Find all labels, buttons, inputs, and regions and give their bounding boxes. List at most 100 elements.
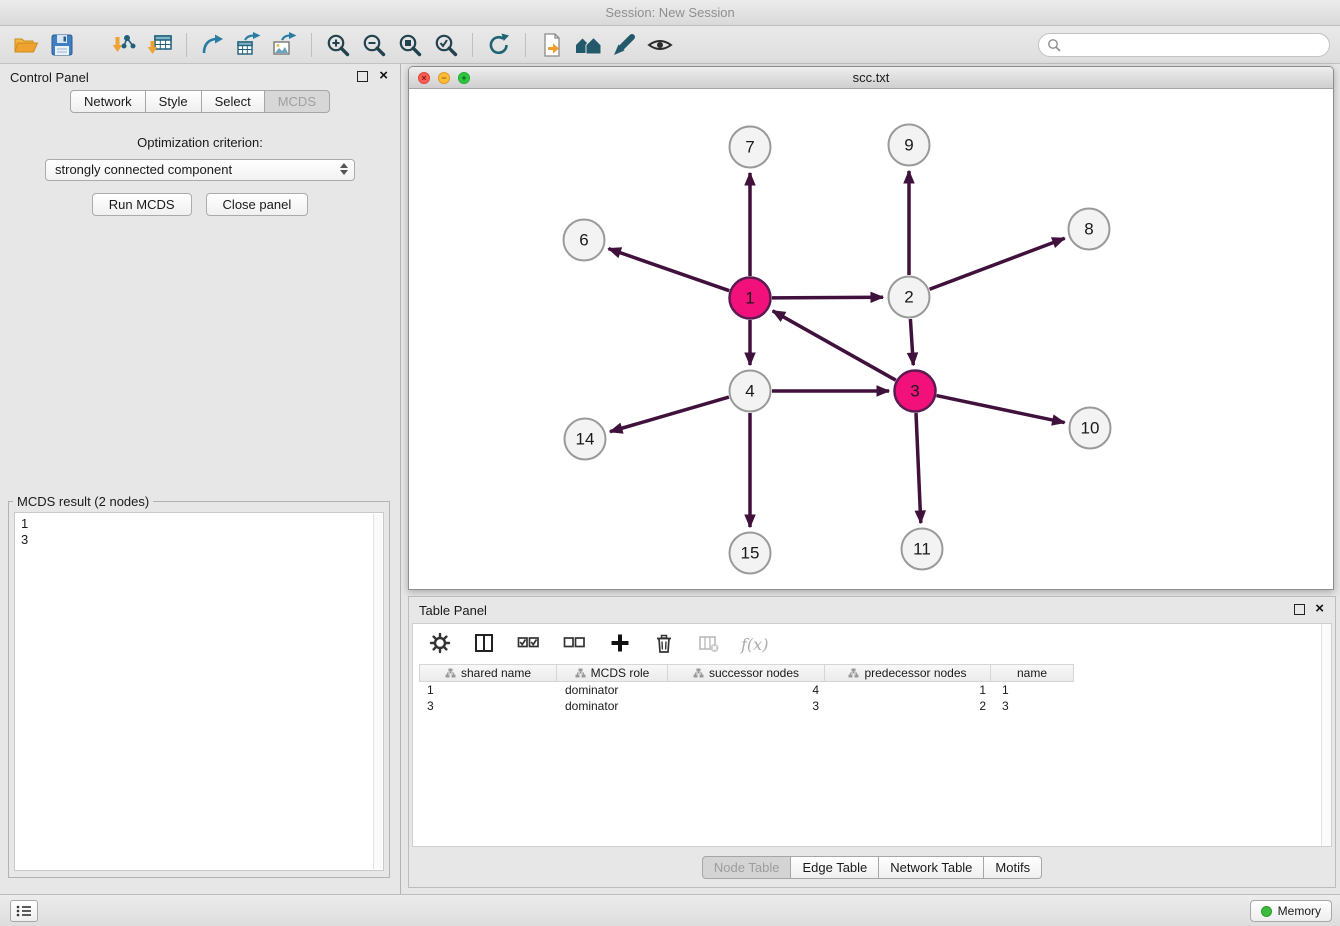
graph-node-9[interactable]: 9 <box>889 125 930 166</box>
zoom-out-button[interactable] <box>356 29 392 61</box>
cell-successor-nodes[interactable]: 3 <box>669 698 827 714</box>
cell-predecessor-nodes[interactable]: 1 <box>827 682 994 698</box>
zoom-fit-button[interactable] <box>392 29 428 61</box>
zoom-fit-icon <box>397 32 423 58</box>
zoom-in-icon <box>325 32 351 58</box>
graph-node-15[interactable]: 15 <box>730 533 771 574</box>
tab-edge-table[interactable]: Edge Table <box>791 856 879 879</box>
trash-icon <box>653 632 675 654</box>
node-table-header-row: shared name MCDS role <box>419 664 1331 682</box>
show-graphics-button[interactable] <box>642 29 678 61</box>
column-header-shared-name[interactable]: shared name <box>419 664 557 682</box>
window-zoom-icon[interactable]: + <box>458 72 470 84</box>
select-all-button[interactable] <box>517 632 541 657</box>
network-window-titlebar[interactable]: × − + scc.txt <box>409 67 1333 89</box>
table-settings-button[interactable] <box>429 632 451 657</box>
tab-node-table[interactable]: Node Table <box>702 856 792 879</box>
zoom-in-button[interactable] <box>320 29 356 61</box>
graph-node-3[interactable]: 3 <box>895 371 936 412</box>
graph-edge-1-2[interactable] <box>772 297 883 298</box>
cell-predecessor-nodes[interactable]: 2 <box>827 698 994 714</box>
cell-successor-nodes[interactable]: 4 <box>669 682 827 698</box>
float-panel-icon[interactable] <box>357 71 368 82</box>
criterion-dropdown-value: strongly connected component <box>55 162 232 177</box>
apply-layout-button[interactable] <box>481 29 517 61</box>
mcds-result-list[interactable]: 1 3 <box>14 512 384 871</box>
export-table-icon <box>236 32 262 58</box>
graph-node-2[interactable]: 2 <box>889 277 930 318</box>
close-panel-button[interactable]: Close panel <box>206 193 309 216</box>
add-column-button[interactable] <box>609 632 631 657</box>
graph-edge-3-10[interactable] <box>937 396 1065 423</box>
export-image-button[interactable] <box>267 29 303 61</box>
cell-name[interactable]: 1 <box>994 682 1078 698</box>
import-table-button[interactable] <box>142 29 178 61</box>
cell-name[interactable]: 3 <box>994 698 1078 714</box>
control-panel-header: Control Panel × <box>0 64 400 90</box>
graph-edge-2-3[interactable] <box>910 319 913 365</box>
graph-node-1[interactable]: 1 <box>730 278 771 319</box>
export-table-button[interactable] <box>231 29 267 61</box>
cell-mcds-role[interactable]: dominator <box>557 682 669 698</box>
criterion-dropdown[interactable]: strongly connected component <box>45 159 355 181</box>
graph-node-6[interactable]: 6 <box>564 220 605 261</box>
cell-shared-name[interactable]: 3 <box>419 698 557 714</box>
svg-text:11: 11 <box>913 540 931 559</box>
save-session-button[interactable] <box>44 29 80 61</box>
show-columns-button[interactable] <box>473 632 495 657</box>
graph-node-11[interactable]: 11 <box>902 529 943 570</box>
tab-network-table[interactable]: Network Table <box>879 856 984 879</box>
column-header-predecessor-nodes[interactable]: predecessor nodes <box>824 664 991 682</box>
table-row[interactable]: 1 dominator 4 1 1 <box>419 682 1331 698</box>
tab-motifs[interactable]: Motifs <box>984 856 1042 879</box>
graph-node-14[interactable]: 14 <box>565 419 606 460</box>
search-box[interactable] <box>1038 33 1330 57</box>
column-header-name[interactable]: name <box>990 664 1074 682</box>
graph-node-10[interactable]: 10 <box>1070 408 1111 449</box>
task-history-button[interactable] <box>10 900 38 922</box>
graph-edge-3-11[interactable] <box>916 413 921 523</box>
network-canvas[interactable]: 7 9 6 8 1 2 4 3 14 10 15 11 <box>409 89 1333 589</box>
table-panel-content: f(x) shared name <box>412 623 1332 847</box>
open-session-button[interactable] <box>8 29 44 61</box>
style-button[interactable] <box>606 29 642 61</box>
graph-edge-2-8[interactable] <box>930 238 1065 289</box>
deselect-all-icon <box>563 632 587 654</box>
table-panel: Table Panel × <box>408 596 1336 888</box>
deselect-all-button[interactable] <box>563 632 587 657</box>
cell-shared-name[interactable]: 1 <box>419 682 557 698</box>
graph-node-4[interactable]: 4 <box>730 371 771 412</box>
open-browser-button[interactable] <box>534 29 570 61</box>
tab-mcds[interactable]: MCDS <box>265 90 330 113</box>
tab-network[interactable]: Network <box>70 90 146 113</box>
column-header-successor-nodes[interactable]: successor nodes <box>667 664 825 682</box>
graph-edge-4-14[interactable] <box>610 397 729 432</box>
network-graph[interactable]: 7 9 6 8 1 2 4 3 14 10 15 11 <box>409 89 1333 589</box>
float-table-panel-icon[interactable] <box>1294 604 1305 615</box>
graph-edge-3-1[interactable] <box>773 311 896 380</box>
graph-node-8[interactable]: 8 <box>1069 209 1110 250</box>
memory-button[interactable]: Memory <box>1250 900 1332 922</box>
zoom-selected-button[interactable] <box>428 29 464 61</box>
search-input[interactable] <box>1065 36 1329 54</box>
table-scrollbar[interactable] <box>1321 624 1331 846</box>
close-table-panel-icon[interactable]: × <box>1315 600 1324 618</box>
home-button[interactable] <box>570 29 606 61</box>
tab-style[interactable]: Style <box>146 90 202 113</box>
window-minimize-icon[interactable]: − <box>438 72 450 84</box>
delete-column-button[interactable] <box>653 632 675 657</box>
close-panel-icon[interactable]: × <box>379 67 388 85</box>
graph-edge-1-6[interactable] <box>609 249 730 291</box>
tab-select[interactable]: Select <box>202 90 265 113</box>
import-network-button[interactable] <box>106 29 142 61</box>
table-toolbar: f(x) <box>413 624 1331 664</box>
column-header-mcds-role[interactable]: MCDS role <box>556 664 668 682</box>
run-mcds-button[interactable]: Run MCDS <box>92 193 192 216</box>
cell-mcds-role[interactable]: dominator <box>557 698 669 714</box>
result-scrollbar[interactable] <box>373 514 382 869</box>
export-network-button[interactable] <box>195 29 231 61</box>
search-icon <box>1047 38 1061 52</box>
window-close-icon[interactable]: × <box>418 72 430 84</box>
graph-node-7[interactable]: 7 <box>730 127 771 168</box>
table-row[interactable]: 3 dominator 3 2 3 <box>419 698 1331 714</box>
